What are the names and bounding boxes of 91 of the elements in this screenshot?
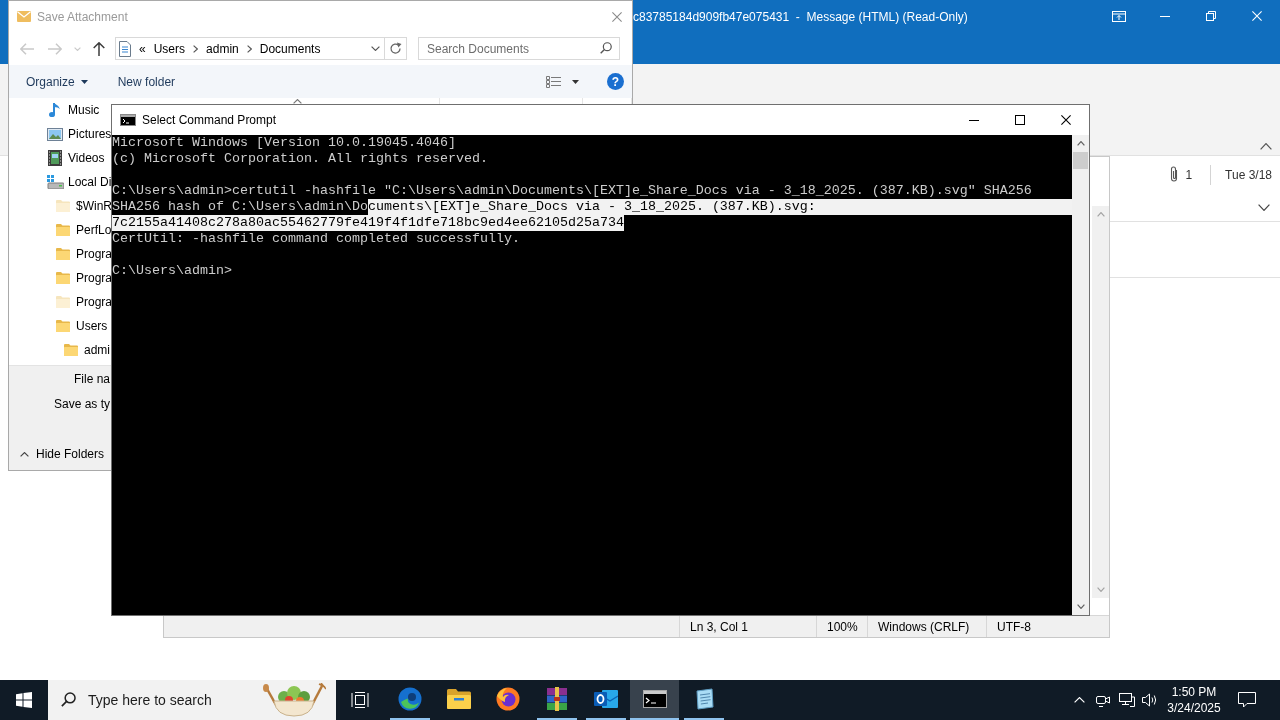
- swirl-icon: [397, 687, 422, 711]
- caret-down-icon: [572, 79, 579, 84]
- view-options-button[interactable]: [546, 75, 579, 88]
- search-icon: [600, 42, 612, 54]
- minimize-icon: [1160, 15, 1170, 17]
- tree-item[interactable]: Users: [55, 314, 108, 338]
- chevron-down-icon: [1076, 604, 1085, 609]
- console-line: CertUtil: -hashfile command completed successfully.: [112, 231, 520, 247]
- arrow-up-icon: [93, 41, 105, 56]
- line-ending: Windows (CRLF): [878, 619, 970, 634]
- console-line: (c) Microsoft Corporation. All rights reserved.: [112, 151, 488, 167]
- close-icon: [612, 11, 622, 22]
- chevron-down-icon: [370, 46, 380, 51]
- maximize-icon: [1015, 115, 1025, 125]
- tree-item[interactable]: Pictures: [47, 122, 112, 146]
- clock-date: 3/24/2025: [1167, 700, 1221, 716]
- breadcrumb-item[interactable]: Documents: [259, 41, 321, 56]
- tree-item[interactable]: Progra: [55, 266, 113, 290]
- folder-icon: [446, 689, 471, 709]
- help-button[interactable]: ?: [607, 73, 624, 90]
- tree-item[interactable]: $WinR: [55, 194, 112, 218]
- speaker-icon: [1142, 693, 1158, 707]
- tree-item[interactable]: Videos: [47, 146, 105, 170]
- path-overflow-button[interactable]: «: [139, 41, 146, 56]
- search-field[interactable]: Search Documents: [418, 37, 620, 60]
- chevron-right-icon: [246, 44, 252, 53]
- toolbar-button[interactable]: New folder: [117, 74, 176, 89]
- network-icon: [1118, 693, 1135, 707]
- mail-icon: [593, 688, 618, 710]
- close-icon: [1061, 115, 1071, 125]
- collapse-button[interactable]: [1258, 141, 1274, 152]
- windows-logo-icon: [16, 692, 32, 708]
- field-label: File na: [73, 371, 110, 386]
- terminal-icon: [642, 690, 667, 708]
- console-line: SHA256 hash of C:\Users\admin\Documents\[EXT]e_Share_Docs via - 3_18_2025. (387.KB).svg:: [112, 199, 1072, 215]
- console-line: C:\Users\admin>: [112, 263, 232, 279]
- window-title: c83785184d909fb47e075431 - Message (HTML) (Read-Only): [633, 9, 968, 26]
- close-icon: [1252, 11, 1262, 21]
- clock-time: 1:50 PM: [1171, 684, 1217, 700]
- refresh-icon: [389, 42, 402, 55]
- ribbon-display-icon: [1112, 10, 1126, 22]
- search-field[interactable]: Type here to search: [48, 680, 336, 720]
- paperclip-icon: [1169, 166, 1180, 183]
- chevron-up-icon: [1076, 141, 1085, 146]
- books-icon: [544, 687, 569, 711]
- search-icon: [61, 692, 76, 707]
- chevron-down-icon: [73, 46, 81, 51]
- breadcrumb-item[interactable]: Users: [153, 41, 186, 56]
- terminal-icon: [120, 114, 136, 126]
- speech-bubble-icon: [1238, 692, 1256, 708]
- chevron-up-icon: [1096, 212, 1105, 217]
- console-line: C:\Users\admin>certutil -hashfile "C:\Users\admin\Documents\[EXT]e_Share_Docs via - 3_18_2025. (387.KB).svg" SHA256: [112, 183, 1032, 199]
- chevron-up-icon: [1073, 697, 1085, 703]
- envelope-icon: [17, 11, 31, 22]
- task-view-icon: [351, 692, 369, 708]
- chevron-down-icon: [1096, 587, 1105, 592]
- camera-icon: [1096, 693, 1110, 707]
- encoding: UTF-8: [997, 619, 1031, 634]
- tree-item[interactable]: Progra: [55, 290, 113, 314]
- chevron-down-icon: [1258, 203, 1270, 211]
- field-label: Save as ty: [53, 396, 110, 411]
- view-list-icon: [546, 75, 561, 88]
- arrow-right-icon: [48, 42, 62, 55]
- window-title: Select Command Prompt: [142, 113, 277, 127]
- breadcrumb-item[interactable]: admin: [206, 41, 239, 56]
- attachment-count: 1: [1185, 167, 1193, 182]
- hide-folders-button[interactable]: Hide Folders: [20, 447, 105, 461]
- tree-item[interactable]: PerfLo: [55, 218, 112, 242]
- minimize-icon: [969, 119, 979, 121]
- restore-icon: [1206, 11, 1216, 21]
- taskbar-app-button[interactable]: [630, 680, 679, 720]
- chevron-up-icon: [1260, 143, 1272, 150]
- scroll-thumb[interactable]: [1073, 152, 1088, 169]
- tree-item[interactable]: Progra: [55, 242, 113, 266]
- tree-item[interactable]: admi: [63, 338, 110, 362]
- cursor-position: Ln 3, Col 1: [690, 619, 749, 634]
- chevron-up-icon: [20, 451, 29, 457]
- salad-bowl-icon: [262, 683, 326, 717]
- flame-globe-icon: [495, 687, 520, 711]
- arrow-left-icon: [20, 42, 34, 55]
- dialog-title: Save Attachment: [37, 9, 128, 24]
- chevron-right-icon: [193, 44, 199, 53]
- message-date: Tue 3/18: [1225, 167, 1272, 182]
- tree-item[interactable]: Music: [47, 98, 100, 122]
- console-line: Microsoft Windows [Version 10.0.19045.4046]: [112, 135, 456, 151]
- caret-down-icon: [80, 79, 88, 84]
- document-icon: [119, 40, 131, 57]
- zoom-level: 100%: [827, 619, 858, 634]
- menu-button[interactable]: Organize: [26, 74, 88, 89]
- tree-item[interactable]: Local Di: [47, 170, 112, 194]
- address-bar[interactable]: « Users admin Documents: [115, 37, 407, 60]
